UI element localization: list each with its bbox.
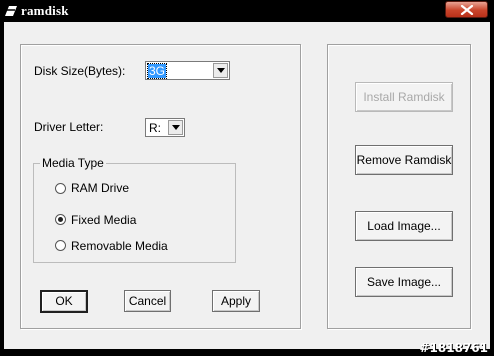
radio-removable-media[interactable] xyxy=(55,240,66,251)
ramdisk-window: ramdisk Disk Size(Bytes): 3G Driver Lett… xyxy=(0,0,494,356)
close-button[interactable] xyxy=(445,1,488,18)
ok-button-label: OK xyxy=(55,294,73,308)
cancel-button[interactable]: Cancel xyxy=(124,290,171,312)
actions-panel: Install Ramdisk Remove Ramdisk Load Imag… xyxy=(327,44,471,329)
chevron-down-icon xyxy=(172,125,180,130)
dialog-body: Disk Size(Bytes): 3G Driver Letter: R: M… xyxy=(4,22,490,349)
apply-button[interactable]: Apply xyxy=(212,290,260,312)
radio-fixed-media-label[interactable]: Fixed Media xyxy=(71,213,136,227)
driver-letter-dropdown-button[interactable] xyxy=(168,120,183,135)
cancel-button-label: Cancel xyxy=(128,294,167,308)
driver-letter-label: Driver Letter: xyxy=(34,120,104,134)
remove-ramdisk-button[interactable]: Remove Ramdisk xyxy=(355,145,453,175)
remove-ramdisk-label: Remove Ramdisk xyxy=(356,153,452,167)
media-type-legend: Media Type xyxy=(40,156,106,170)
watermark-text: #1818761 xyxy=(419,341,488,355)
radio-selected-dot xyxy=(58,217,63,222)
apply-button-label: Apply xyxy=(220,294,252,308)
radio-removable-media-label[interactable]: Removable Media xyxy=(71,239,168,253)
title-bar[interactable]: ramdisk xyxy=(0,0,494,22)
disk-size-dropdown-button[interactable] xyxy=(213,63,228,78)
disk-size-select[interactable]: 3G xyxy=(145,61,230,80)
save-image-button[interactable]: Save Image... xyxy=(355,267,453,297)
driver-letter-select[interactable]: R: xyxy=(145,118,185,137)
disk-size-label: Disk Size(Bytes): xyxy=(34,64,126,78)
ok-button[interactable]: OK xyxy=(40,290,88,313)
chevron-down-icon xyxy=(217,68,225,73)
window-title: ramdisk xyxy=(21,3,69,18)
driver-letter-value: R: xyxy=(149,121,161,135)
settings-panel: Disk Size(Bytes): 3G Driver Letter: R: M… xyxy=(20,44,301,329)
install-ramdisk-button[interactable]: Install Ramdisk xyxy=(355,82,453,112)
load-image-button[interactable]: Load Image... xyxy=(355,211,453,241)
radio-ram-drive[interactable] xyxy=(55,183,66,194)
app-icon xyxy=(5,6,17,16)
radio-fixed-media[interactable] xyxy=(55,214,66,225)
load-image-label: Load Image... xyxy=(367,219,441,233)
save-image-label: Save Image... xyxy=(366,275,442,289)
radio-ram-drive-label[interactable]: RAM Drive xyxy=(71,181,129,195)
close-icon xyxy=(460,5,474,15)
install-ramdisk-label: Install Ramdisk xyxy=(363,90,445,104)
disk-size-value: 3G xyxy=(146,63,168,79)
